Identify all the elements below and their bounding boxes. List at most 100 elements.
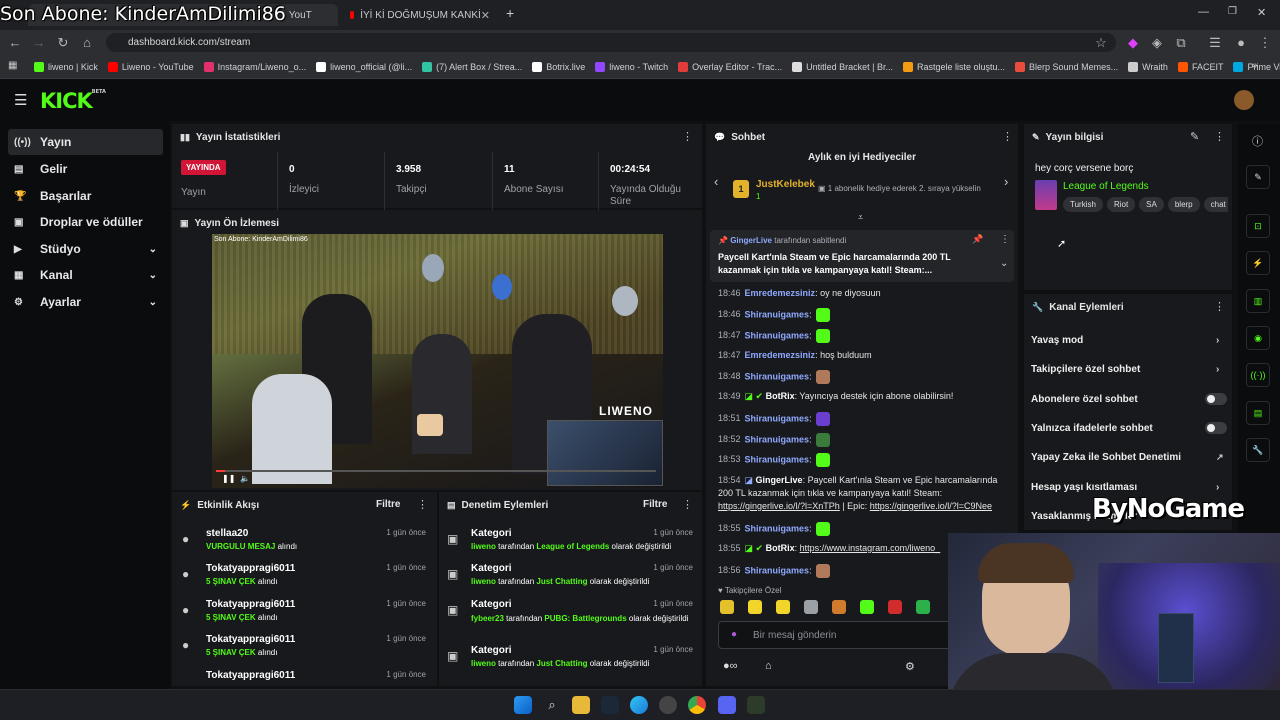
chat-settings-icon[interactable]: ⚙ <box>905 660 915 673</box>
subscribers-only-toggle[interactable] <box>1205 393 1227 405</box>
windows-start-icon[interactable] <box>514 696 532 714</box>
chat-user[interactable]: Shiranuigames <box>745 371 810 381</box>
panel-menu-icon[interactable]: ⋮ <box>1214 300 1225 313</box>
emote-icon[interactable] <box>860 600 874 614</box>
minimize-button[interactable]: — <box>1198 6 1209 18</box>
hamburger-menu-icon[interactable]: ☰ <box>14 91 27 109</box>
maximize-button[interactable]: ❐ <box>1228 6 1237 17</box>
apps-grid-icon[interactable]: ▦ <box>8 60 17 71</box>
store-icon[interactable]: ⌂ <box>765 660 772 672</box>
bookmark-item[interactable]: Overlay Editor - Trac... <box>678 61 782 72</box>
app-icon[interactable] <box>747 696 765 714</box>
bookmark-item[interactable]: Botrix.live <box>532 61 585 72</box>
kick-logo[interactable]: KICKBETA <box>40 89 106 113</box>
edge-icon[interactable] <box>630 696 648 714</box>
gifters-next-icon[interactable]: › <box>1004 174 1008 189</box>
sidebar-item-studyo[interactable]: ▶ Stüdyo ⌄ <box>8 236 163 262</box>
tag[interactable]: SA <box>1139 197 1164 212</box>
panel-menu-icon[interactable]: ⋮ <box>682 130 693 143</box>
pinned-by-user[interactable]: GingerLive <box>730 236 772 245</box>
chat-user[interactable]: Shiranuigames <box>745 309 810 319</box>
panel-menu-icon[interactable]: ⋮ <box>417 498 428 511</box>
volume-icon[interactable]: 🔈 <box>240 474 250 483</box>
moderation-filter-button[interactable]: Filtre <box>643 499 667 510</box>
back-icon[interactable]: ← <box>6 34 24 52</box>
moderation-category[interactable]: League of Legends <box>536 542 609 551</box>
sidebar-item-ayarlar[interactable]: ⚙ Ayarlar ⌄ <box>8 289 163 315</box>
side-panel-icon[interactable]: ☰ <box>1206 34 1224 52</box>
user-avatar[interactable] <box>1234 90 1254 110</box>
menu-kebab-icon[interactable]: ⋮ <box>1256 34 1274 52</box>
chat-user[interactable]: Shiranuigames <box>745 565 810 575</box>
moderation-user[interactable]: liweno <box>471 577 496 586</box>
action-account-age[interactable]: Hesap yaşı kısıtlaması › <box>1031 482 1219 493</box>
category-link[interactable]: League of Legends <box>1063 181 1149 192</box>
emote-icon[interactable] <box>776 600 790 614</box>
sidebar-item-yayin[interactable]: ((•)) Yayın <box>8 129 163 155</box>
chat-link[interactable]: https://www.instagram.com/liweno_ <box>800 543 941 553</box>
extensions-icon[interactable]: ⧉ <box>1172 34 1190 52</box>
bookmark-star-icon[interactable]: ☆ <box>1092 34 1110 52</box>
broadcast-icon[interactable]: ((·)) <box>1246 363 1270 387</box>
reload-icon[interactable]: ↻ <box>54 34 72 52</box>
forward-icon[interactable]: → <box>30 34 48 52</box>
panel-menu-icon[interactable]: ⋮ <box>682 498 693 511</box>
home-icon[interactable]: ⌂ <box>78 34 96 52</box>
url-field[interactable]: dashboard.kick.com/stream <box>106 33 1116 52</box>
moderation-category[interactable]: Just Chatting <box>536 659 587 668</box>
tag[interactable]: Riot <box>1106 197 1136 212</box>
bookmark-item[interactable]: liweno_official (@li... <box>316 61 412 72</box>
info-icon[interactable]: ⓘ <box>1252 133 1263 149</box>
bookmark-item[interactable]: Rastgele liste oluştu... <box>903 61 1005 72</box>
bookmark-item[interactable]: Instagram/Liweno_o... <box>203 61 306 72</box>
sidebar-item-gelir[interactable]: ▤ Gelir <box>8 156 163 182</box>
unpin-icon[interactable]: 📌 <box>972 234 983 245</box>
chat-user[interactable]: Emredemezsiniz <box>745 288 816 298</box>
chat-user[interactable]: Shiranuigames <box>745 330 810 340</box>
sidebar-item-basarilar[interactable]: 🏆 Başarılar <box>8 183 163 209</box>
bookmark-item[interactable]: liweno | Kick <box>34 61 98 72</box>
raid-icon[interactable]: ⊡ <box>1246 214 1270 238</box>
app-icon[interactable] <box>659 696 677 714</box>
wrench-icon[interactable]: 🔧 <box>1246 438 1270 462</box>
emote-icon[interactable] <box>804 600 818 614</box>
panel-menu-icon[interactable]: ⋮ <box>1214 130 1225 143</box>
lightning-icon[interactable]: ⚡ <box>1246 251 1270 275</box>
activity-filter-button[interactable]: Filtre <box>376 499 400 510</box>
video-progress-track[interactable] <box>216 470 656 472</box>
tag[interactable]: Turkish <box>1063 197 1103 212</box>
extension-icon-2[interactable]: ◈ <box>1148 34 1166 52</box>
chat-user[interactable]: GingerLive <box>756 475 803 485</box>
tag[interactable]: blerp <box>1167 197 1200 212</box>
new-tab-button[interactable]: + <box>506 5 514 21</box>
discord-icon[interactable] <box>718 696 736 714</box>
chat-user[interactable]: Shiranuigames <box>745 454 810 464</box>
bookmark-item[interactable]: (7) Alert Box / Strea... <box>422 61 522 72</box>
close-tab-icon[interactable]: ✕ <box>481 9 490 22</box>
bookmark-item[interactable]: Liweno - YouTube <box>107 61 194 72</box>
emote-icon[interactable] <box>720 600 734 614</box>
search-icon[interactable]: ⌕ <box>543 696 561 714</box>
chat-link[interactable]: https://gingerlive.io/l/?l=XnTPh <box>718 501 840 511</box>
emote-only-toggle[interactable] <box>1205 422 1227 434</box>
file-explorer-icon[interactable] <box>572 696 590 714</box>
category-thumbnail[interactable] <box>1035 180 1057 210</box>
emote-icon[interactable] <box>832 600 846 614</box>
sidebar-item-kanal[interactable]: ▦ Kanal ⌄ <box>8 262 163 288</box>
chat-user[interactable]: Shiranuigames <box>745 413 810 423</box>
moderation-user[interactable]: fybeer23 <box>471 614 504 623</box>
clipboard-icon[interactable]: ▥ <box>1246 289 1270 313</box>
emote-icon[interactable] <box>916 600 930 614</box>
more-bookmarks-icon[interactable]: » <box>1252 60 1258 71</box>
browser-tab-youtube[interactable]: İYİ Kİ DOĞMUŞUM KANKİ ✕ <box>342 4 498 26</box>
chat-user[interactable]: Emredemezsiniz <box>745 350 816 360</box>
action-slow-mode[interactable]: Yavaş mod › <box>1031 335 1219 346</box>
bookmark-item[interactable]: Wraith <box>1128 61 1168 72</box>
panel-menu-icon[interactable]: ⋮ <box>1002 130 1013 143</box>
chat-user[interactable]: BotRix <box>766 543 795 553</box>
edit-icon[interactable]: ✎ <box>1190 130 1199 143</box>
chat-link[interactable]: https://gingerlive.io/l/?l=C9Nee <box>870 501 992 511</box>
users-icon[interactable]: ●∞ <box>723 660 738 672</box>
chat-user[interactable]: BotRix <box>766 391 795 401</box>
pause-icon[interactable]: ❚❚ <box>222 474 235 483</box>
